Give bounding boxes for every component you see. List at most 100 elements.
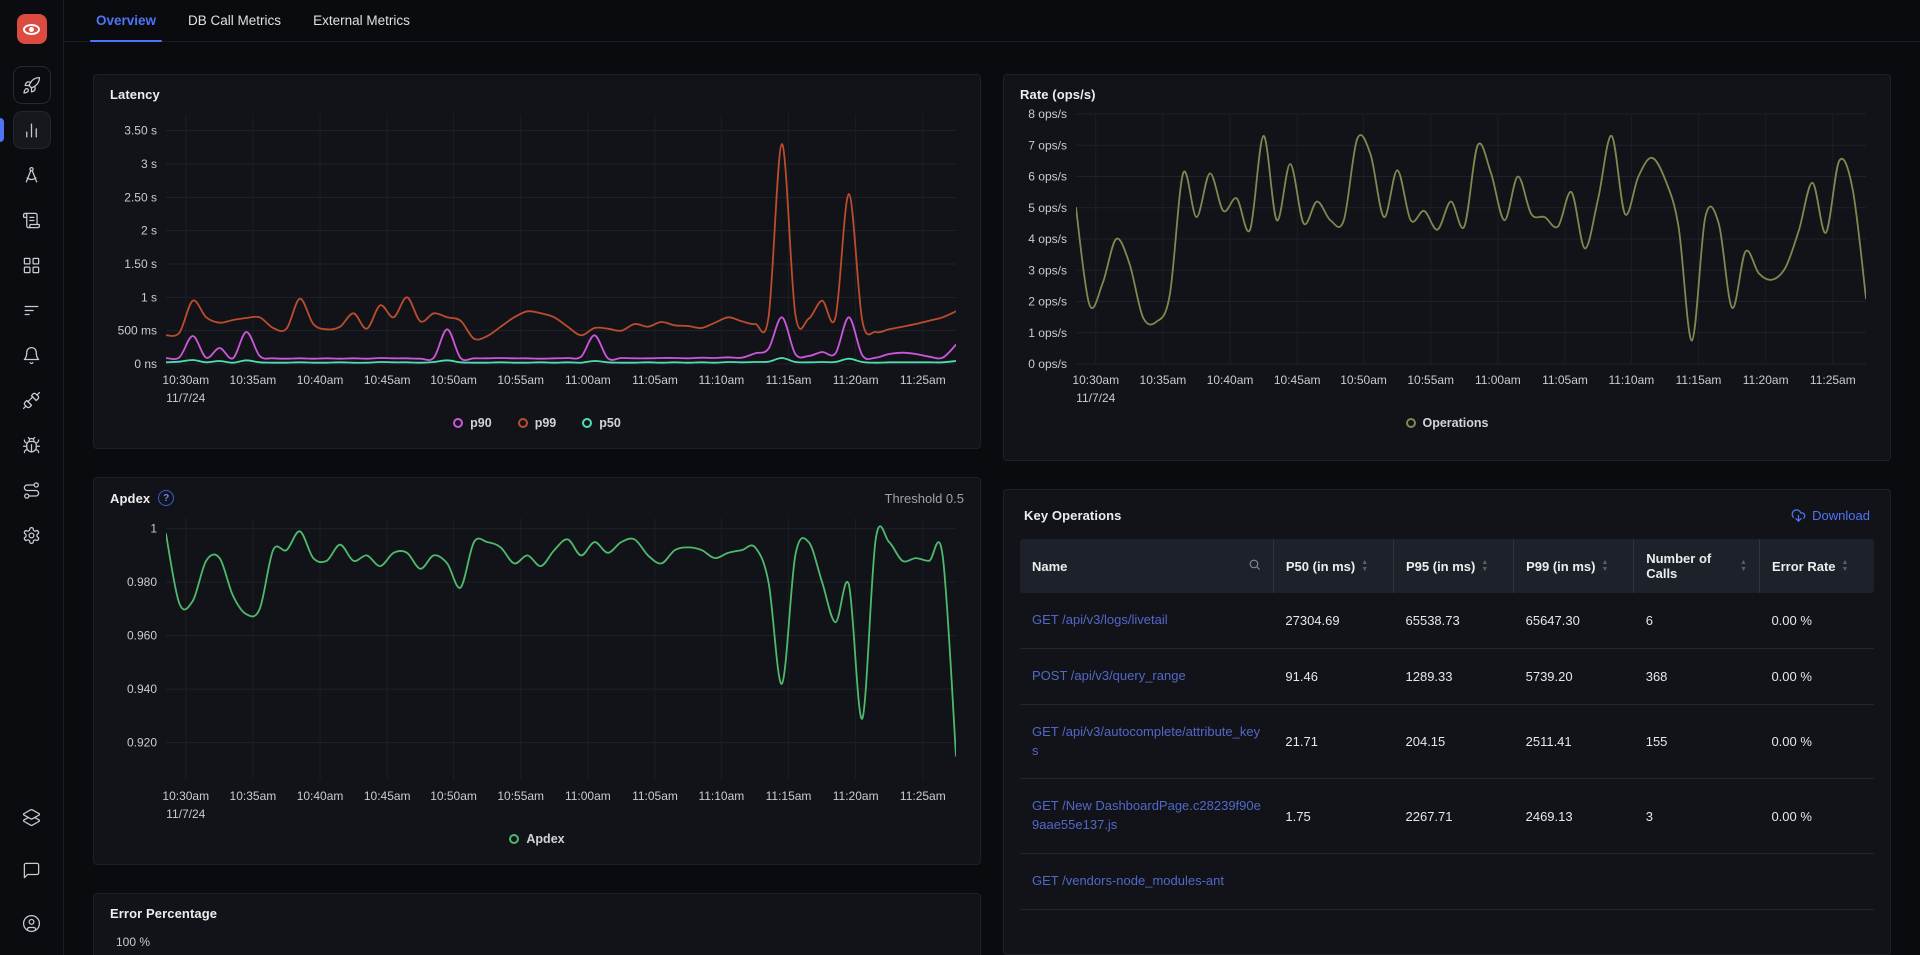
svg-text:3.50 s: 3.50 s <box>124 124 157 138</box>
tab-db-call-metrics[interactable]: DB Call Metrics <box>172 0 297 41</box>
sidebar-item-compass[interactable] <box>0 156 64 194</box>
bell-icon <box>22 346 41 365</box>
p99-value: 2469.13 <box>1514 779 1634 854</box>
column-header-p50-in-ms-[interactable]: P50 (in ms)▲▼ <box>1273 539 1393 593</box>
operation-name-link[interactable]: GET /New DashboardPage.c28239f90e9aae55e… <box>1020 779 1273 854</box>
sort-icon[interactable]: ▲▼ <box>1842 560 1849 572</box>
tab-bar: OverviewDB Call MetricsExternal Metrics <box>64 0 1920 42</box>
svg-text:5 ops/s: 5 ops/s <box>1028 201 1067 215</box>
svg-text:0.960: 0.960 <box>127 629 157 643</box>
svg-text:1: 1 <box>150 522 157 536</box>
svg-text:10:55am: 10:55am <box>497 373 544 387</box>
table-row: GET /vendors-node_modules-ant <box>1020 854 1874 910</box>
operation-name-link[interactable]: POST /api/v3/query_range <box>1020 648 1273 704</box>
app-logo[interactable] <box>17 14 47 44</box>
tab-external-metrics[interactable]: External Metrics <box>297 0 426 41</box>
legend-item-apdex[interactable]: Apdex <box>509 832 564 846</box>
sidebar-item-layers[interactable] <box>16 801 48 833</box>
sidebar-item-bell[interactable] <box>0 336 64 374</box>
sidebar-item-user[interactable] <box>16 907 48 939</box>
svg-text:11:00am: 11:00am <box>565 789 611 803</box>
svg-text:10:45am: 10:45am <box>364 789 411 803</box>
column-header-p95-in-ms-[interactable]: P95 (in ms)▲▼ <box>1394 539 1514 593</box>
svg-text:10:50am: 10:50am <box>1340 373 1387 387</box>
sidebar-item-route[interactable] <box>0 471 64 509</box>
table-row: GET /api/v3/logs/livetail27304.6965538.7… <box>1020 593 1874 648</box>
sidebar-item-bug[interactable] <box>0 426 64 464</box>
sort-icon[interactable]: ▲▼ <box>1481 560 1488 572</box>
bug-icon <box>22 436 41 455</box>
sidebar <box>0 0 64 955</box>
sort-icon[interactable]: ▲▼ <box>1601 560 1608 572</box>
p95-value: 1289.33 <box>1394 648 1514 704</box>
svg-text:10:40am: 10:40am <box>1207 373 1254 387</box>
svg-text:11:10am: 11:10am <box>698 373 744 387</box>
download-button[interactable]: Download <box>1791 508 1870 523</box>
calls-value: 155 <box>1634 704 1760 779</box>
svg-text:11:05am: 11:05am <box>1542 373 1588 387</box>
sidebar-item-scroll[interactable] <box>0 201 64 239</box>
p99-value: 5739.20 <box>1514 648 1634 704</box>
latency-panel: Latency 0 ns500 ms1 s1.50 s2 s2.50 s3 s3… <box>93 74 981 449</box>
p95-value <box>1394 854 1514 910</box>
column-header-p99-in-ms-[interactable]: P99 (in ms)▲▼ <box>1514 539 1634 593</box>
column-header-number-of-calls[interactable]: Number of Calls▲▼ <box>1634 539 1760 593</box>
gear-icon <box>22 526 41 545</box>
column-header-error-rate[interactable]: Error Rate▲▼ <box>1759 539 1874 593</box>
active-indicator <box>0 118 4 142</box>
sidebar-item-rocket[interactable] <box>0 66 64 104</box>
svg-text:11:10am: 11:10am <box>1608 373 1654 387</box>
error-rate-value: 0.00 % <box>1759 704 1874 779</box>
rate-legend: Operations <box>1020 410 1874 436</box>
search-icon[interactable] <box>1248 558 1261 574</box>
error-percentage-panel-title: Error Percentage <box>110 906 217 921</box>
svg-text:0 ns: 0 ns <box>134 357 157 371</box>
svg-text:10:30am: 10:30am <box>162 373 209 387</box>
operation-name-link[interactable]: GET /api/v3/logs/livetail <box>1020 593 1273 648</box>
sidebar-item-gear[interactable] <box>0 516 64 554</box>
sidebar-item-bar-chart[interactable] <box>0 111 64 149</box>
operation-name-link[interactable]: GET /api/v3/autocomplete/attribute_keys <box>1020 704 1273 779</box>
svg-text:11:00am: 11:00am <box>565 373 611 387</box>
grid-icon <box>22 256 41 275</box>
right-column: Rate (ops/s) 0 ops/s1 ops/s2 ops/s3 ops/… <box>1003 74 1891 955</box>
legend-item-p99[interactable]: p99 <box>518 416 557 430</box>
legend-item-p50[interactable]: p50 <box>582 416 621 430</box>
sidebar-item-list[interactable] <box>0 291 64 329</box>
error-rate-value: 0.00 % <box>1759 779 1874 854</box>
layers-icon <box>22 808 41 827</box>
tab-overview[interactable]: Overview <box>80 0 172 41</box>
svg-text:11/7/24: 11/7/24 <box>1076 391 1115 405</box>
sidebar-item-grid[interactable] <box>0 246 64 284</box>
column-header-name[interactable]: Name <box>1020 539 1273 593</box>
svg-text:11:25am: 11:25am <box>900 789 946 803</box>
error-rate-value <box>1759 854 1874 910</box>
rate-chart[interactable]: 0 ops/s1 ops/s2 ops/s3 ops/s4 ops/s5 ops… <box>1020 102 1874 410</box>
svg-text:0.980: 0.980 <box>127 575 157 589</box>
help-icon[interactable]: ? <box>158 490 174 506</box>
p99-value: 2511.41 <box>1514 704 1634 779</box>
svg-text:3 ops/s: 3 ops/s <box>1028 263 1067 277</box>
user-icon <box>22 914 41 933</box>
latency-panel-title: Latency <box>110 87 160 102</box>
latency-chart[interactable]: 0 ns500 ms1 s1.50 s2 s2.50 s3 s3.50 s10:… <box>110 102 964 410</box>
cloud-download-icon <box>1791 508 1806 523</box>
sidebar-item-plug[interactable] <box>0 381 64 419</box>
legend-item-p90[interactable]: p90 <box>453 416 492 430</box>
sort-icon[interactable]: ▲▼ <box>1740 560 1747 572</box>
svg-text:500 ms: 500 ms <box>118 324 157 338</box>
sort-icon[interactable]: ▲▼ <box>1361 560 1368 572</box>
table-row: GET /New DashboardPage.c28239f90e9aae55e… <box>1020 779 1874 854</box>
sidebar-item-chat[interactable] <box>16 854 48 886</box>
svg-text:11/7/24: 11/7/24 <box>166 807 205 821</box>
apdex-legend: Apdex <box>110 826 964 852</box>
legend-item-operations[interactable]: Operations <box>1406 416 1489 430</box>
key-operations-title: Key Operations <box>1024 508 1121 523</box>
svg-text:0.920: 0.920 <box>127 736 157 750</box>
svg-text:11/7/24: 11/7/24 <box>166 391 205 405</box>
operation-name-link[interactable]: GET /vendors-node_modules-ant <box>1020 854 1273 910</box>
apdex-chart[interactable]: 0.9200.9400.9600.980110:30am11/7/2410:35… <box>110 506 964 826</box>
svg-text:10:55am: 10:55am <box>1407 373 1454 387</box>
svg-text:10:45am: 10:45am <box>364 373 411 387</box>
error-rate-value: 0.00 % <box>1759 593 1874 648</box>
